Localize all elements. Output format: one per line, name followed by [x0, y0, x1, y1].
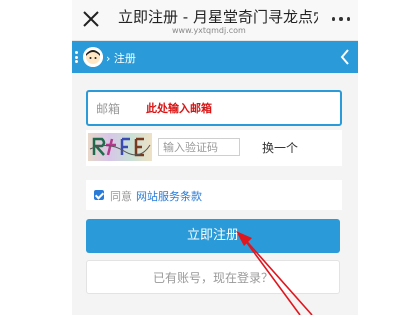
avatar-icon [83, 47, 103, 67]
terms-prefix: 同意 [110, 190, 132, 203]
drag-handle-icon[interactable] [75, 51, 79, 63]
chevron-left-icon[interactable] [338, 47, 352, 67]
terms-text: 同意 网站服务条款 [110, 188, 202, 204]
captcha-row: 输入验证码 换一个 [86, 130, 342, 166]
register-button[interactable]: 立即注册 [86, 219, 340, 253]
mobile-webview: 立即注册 - 月星堂奇门寻龙点穴 www.yxtqmdj.com › 注册 邮箱… [72, 0, 358, 315]
close-icon[interactable] [80, 8, 102, 30]
avatar[interactable] [83, 47, 103, 67]
page-url: www.yxtqmdj.com [172, 26, 246, 35]
captcha-glyphs [89, 137, 151, 157]
terms-checkbox[interactable] [94, 190, 104, 200]
email-placeholder: 邮箱 [96, 102, 121, 116]
terms-row: 同意 网站服务条款 [86, 180, 342, 210]
site-navbar: › 注册 [72, 41, 358, 73]
login-link-button[interactable]: 已有账号，现在登录？ [86, 260, 340, 294]
breadcrumb: › 注册 [106, 52, 136, 65]
captcha-refresh-link[interactable]: 换一个 [262, 139, 298, 156]
more-icon[interactable] [332, 16, 350, 22]
email-annotation: 此处输入邮箱 [146, 102, 212, 115]
captcha-placeholder: 输入验证码 [163, 141, 218, 154]
terms-link[interactable]: 网站服务条款 [136, 190, 202, 203]
page-title: 立即注册 - 月星堂奇门寻龙点穴 [118, 8, 318, 26]
captcha-image[interactable] [88, 133, 152, 161]
email-input[interactable]: 邮箱 此处输入邮箱 [86, 90, 342, 126]
app-topbar: 立即注册 - 月星堂奇门寻龙点穴 www.yxtqmdj.com [72, 0, 358, 41]
captcha-input[interactable]: 输入验证码 [158, 138, 240, 156]
